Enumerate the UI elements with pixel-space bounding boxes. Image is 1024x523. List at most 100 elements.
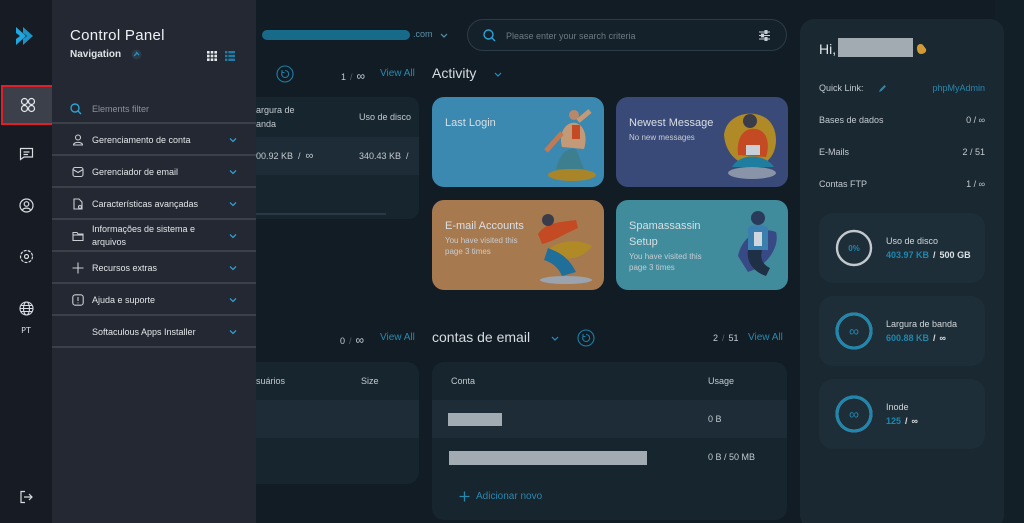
table-row[interactable] xyxy=(256,400,419,438)
bandwidth-value: 00.92 KB / ∞ xyxy=(256,150,314,162)
nav-item-email-manager[interactable]: Gerenciador de email xyxy=(52,158,256,188)
mail-icon xyxy=(72,166,84,178)
usage-value: 0 B xyxy=(708,414,722,424)
logout-icon xyxy=(20,490,33,504)
nav-item-label: Gerenciamento de conta xyxy=(92,134,191,145)
usage-label: Uso de disco xyxy=(886,236,939,246)
nav-item-label: Informações de sistema e arquivos xyxy=(92,224,196,247)
tile-newest-message[interactable]: Newest Message No new messages xyxy=(616,97,788,187)
usage-value: 403.97 KB/500 GB xyxy=(886,250,971,260)
sitting-person-illustration-icon xyxy=(738,211,777,276)
chevron-down-icon xyxy=(229,202,237,207)
usage-value: 125/∞ xyxy=(886,416,918,426)
nav-item-softaculous[interactable]: Softaculous Apps Installer xyxy=(52,318,256,348)
usage-card-disk[interactable]: 0% Uso de disco 403.97 KB/500 GB xyxy=(819,213,985,283)
folder-icon xyxy=(72,231,84,242)
email-accounts-title: contas de email xyxy=(432,329,531,345)
rail-messages-button[interactable] xyxy=(0,134,52,174)
ring-text: 0% xyxy=(848,243,860,253)
table-row[interactable]: 0 B / 50 MB xyxy=(432,438,787,476)
chevron-down-icon[interactable] xyxy=(494,72,502,77)
domain-selector[interactable] xyxy=(262,28,410,42)
ring-text: ∞ xyxy=(849,323,859,339)
column-header-users: suários xyxy=(256,376,286,386)
refresh-icon[interactable] xyxy=(577,329,595,347)
rail-settings-button[interactable] xyxy=(0,236,52,276)
add-new-email-button[interactable]: Adicionar novo xyxy=(459,491,542,502)
rail-logout-button[interactable] xyxy=(0,477,52,517)
elements-filter-input[interactable] xyxy=(92,104,242,114)
usage-card-inode[interactable]: ∞ Inode 125/∞ xyxy=(819,379,985,449)
filter-settings-icon[interactable] xyxy=(758,29,771,42)
table-row[interactable]: 0 B xyxy=(432,400,787,438)
horizontal-scrollbar[interactable] xyxy=(256,213,386,215)
tile-last-login[interactable]: Last Login xyxy=(432,97,604,187)
edit-pencil-icon[interactable] xyxy=(878,84,887,93)
nav-item-advanced-features[interactable]: Características avançadas xyxy=(52,190,256,220)
sites-counter: 1/∞ xyxy=(341,69,366,83)
language-label: PT xyxy=(21,326,31,335)
usage-card-bandwidth[interactable]: ∞ Largura de banda 600.88 KB / ∞ xyxy=(819,296,985,366)
ftp-view-all-link[interactable]: View All xyxy=(380,332,415,343)
disk-value: 340.43 KB / xyxy=(359,151,409,161)
tile-title: Spamassassin Setup xyxy=(629,220,701,248)
nav-item-help-support[interactable]: Ajuda e suporte xyxy=(52,286,256,316)
table-row[interactable]: 00.92 KB / ∞ 340.43 KB / xyxy=(256,137,419,175)
quick-link-row: Quick Link: phpMyAdmin xyxy=(819,83,985,93)
chevron-down-icon xyxy=(229,138,237,143)
rail-dashboard-button[interactable] xyxy=(1,85,55,125)
chevron-down-icon xyxy=(229,234,237,239)
ftp-counter: 0/∞ xyxy=(340,333,365,347)
nav-item-system-info[interactable]: Informações de sistema e arquivos xyxy=(52,222,256,252)
nav-item-account-management[interactable]: Gerenciamento de conta xyxy=(52,126,256,156)
redacted-account xyxy=(448,413,502,426)
chevron-down-icon xyxy=(229,266,237,271)
navigation-panel: Control Panel Navigation Gerenciamento d… xyxy=(52,0,256,523)
column-header-disk: Uso de disco xyxy=(359,112,412,122)
user-circle-icon xyxy=(18,197,34,213)
chevron-down-icon[interactable] xyxy=(440,33,448,38)
column-header-size: Size xyxy=(361,376,379,386)
elements-filter xyxy=(52,96,256,124)
navigation-subtitle: Navigation xyxy=(70,49,122,60)
panel-title: Control Panel xyxy=(70,27,165,44)
redacted-account xyxy=(449,451,647,465)
search-bar xyxy=(467,19,787,51)
column-header-bandwidth: argura de anda xyxy=(256,105,295,129)
email-view-all-link[interactable]: View All xyxy=(748,332,783,343)
search-icon xyxy=(70,103,82,115)
ring-text: ∞ xyxy=(849,406,859,422)
grid-view-icon[interactable] xyxy=(207,51,217,61)
rail-language-button[interactable] xyxy=(0,288,52,328)
reader-illustration-icon xyxy=(724,113,776,179)
phpmyadmin-link[interactable]: phpMyAdmin xyxy=(932,83,985,93)
runner-illustration-icon xyxy=(538,214,592,284)
icon-rail: PT xyxy=(0,0,55,523)
nav-item-label: Softaculous Apps Installer xyxy=(92,326,196,337)
refresh-icon[interactable] xyxy=(276,65,294,83)
logo-icon[interactable] xyxy=(13,24,37,48)
usage-label: Inode xyxy=(886,402,909,412)
redacted-username xyxy=(838,38,913,57)
chevron-down-icon[interactable] xyxy=(551,336,559,341)
user-icon xyxy=(72,134,84,146)
nav-item-label: Ajuda e suporte xyxy=(92,294,156,305)
pin-icon[interactable] xyxy=(131,49,142,63)
nav-item-extra-resources[interactable]: Recursos extras xyxy=(52,254,256,284)
account-summary-panel: Hi, Quick Link: phpMyAdmin Bases de dado… xyxy=(800,19,1004,523)
list-view-icon[interactable] xyxy=(225,51,235,61)
nav-item-label: Características avançadas xyxy=(92,198,199,209)
ftp-table: suários Size xyxy=(256,362,419,484)
message-icon xyxy=(19,147,33,161)
stat-row-ftp: Contas FTP 1 / ∞ xyxy=(819,179,985,189)
tile-subtitle: You have visited this page 3 times xyxy=(445,236,518,256)
domain-suffix: .com xyxy=(413,29,433,39)
chevron-down-icon xyxy=(229,330,237,335)
alert-icon xyxy=(72,294,84,306)
rail-profile-button[interactable] xyxy=(0,185,52,225)
plus-icon xyxy=(72,262,84,274)
tile-email-accounts[interactable]: E-mail Accounts You have visited this pa… xyxy=(432,200,604,290)
tile-spamassassin-setup[interactable]: Spamassassin Setup You have visited this… xyxy=(616,200,788,290)
search-input[interactable] xyxy=(506,28,746,43)
sites-view-all-link[interactable]: View All xyxy=(380,68,415,79)
